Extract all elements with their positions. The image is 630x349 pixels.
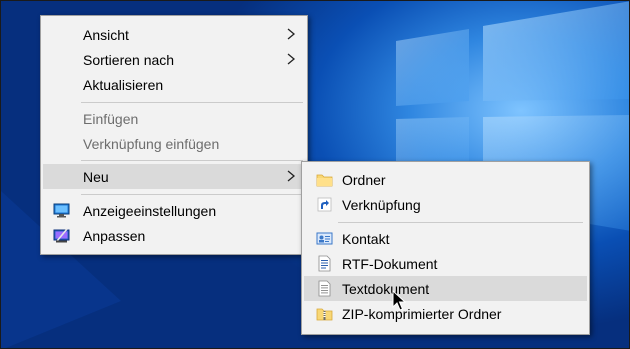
submenu-item-label: Ordner [342,171,386,188]
menu-item-personalize[interactable]: Anpassen [43,223,305,248]
menu-item-label: Aktualisieren [83,76,164,93]
menu-item-label: Anpassen [83,227,146,244]
shortcut-icon [317,197,332,212]
menu-item-display-settings[interactable]: Anzeigeeinstellungen [43,198,305,223]
rtf-document-icon [318,255,331,272]
menu-item-label: Ansicht [83,26,129,43]
submenu-item-zip-folder[interactable]: ZIP-komprimierter Ordner [304,301,587,326]
chevron-right-icon [287,53,296,65]
submenu-item-label: ZIP-komprimierter Ordner [342,305,502,322]
submenu-item-label: Verknüpfung [342,196,421,213]
menu-item-label: Einfügen [83,110,139,127]
menu-separator [81,160,303,161]
menu-separator [338,222,583,223]
new-submenu: Ordner Verknüpfung Kontakt RTF-Dokument [301,161,590,335]
submenu-item-contact[interactable]: Kontakt [304,226,587,251]
menu-separator [81,102,303,103]
contact-icon [316,232,333,245]
submenu-item-label: Textdokument [342,280,430,297]
menu-item-view[interactable]: Ansicht [43,22,305,47]
display-settings-icon [53,203,70,218]
submenu-item-label: Kontakt [342,230,390,247]
menu-item-new[interactable]: Neu [43,164,305,189]
desktop-context-menu: Ansicht Sortieren nach Aktualisieren Ein… [40,15,308,255]
menu-item-paste-shortcut[interactable]: Verknüpfung einfügen [43,131,305,156]
mouse-cursor-icon [392,290,406,311]
submenu-item-rtf-document[interactable]: RTF-Dokument [304,251,587,276]
personalize-icon [53,228,70,243]
menu-item-label: Anzeigeeinstellungen [83,202,217,219]
menu-item-label: Sortieren nach [83,51,175,68]
menu-item-label: Verknüpfung einfügen [83,135,220,152]
folder-icon [316,174,333,187]
menu-separator [81,194,303,195]
submenu-item-label: RTF-Dokument [342,255,438,272]
text-document-icon [318,280,331,297]
chevron-right-icon [287,170,296,182]
submenu-item-text-document[interactable]: Textdokument [304,276,587,301]
menu-item-paste[interactable]: Einfügen [43,106,305,131]
menu-item-sort-by[interactable]: Sortieren nach [43,47,305,72]
zip-folder-icon [316,308,333,321]
chevron-right-icon [287,28,296,40]
submenu-item-shortcut[interactable]: Verknüpfung [304,192,587,217]
menu-item-label: Neu [83,168,109,185]
menu-item-refresh[interactable]: Aktualisieren [43,72,305,97]
submenu-item-folder[interactable]: Ordner [304,167,587,192]
